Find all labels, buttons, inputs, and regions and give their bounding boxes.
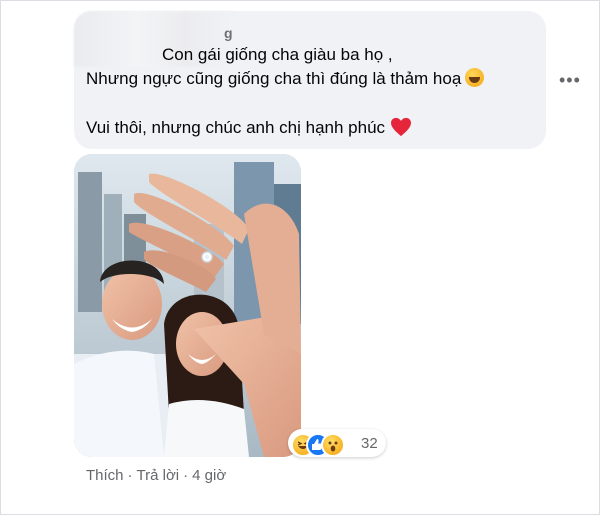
comment-line-2: Nhưng ngực cũng giống cha thì đúng là th… [86,68,485,90]
comment-line-3: Vui thôi, nhưng chúc anh chị hạnh phúc [86,117,412,139]
comment-line-2-text: Nhưng ngực cũng giống cha thì đúng là th… [86,69,462,88]
reply-link[interactable]: Trả lời [137,467,180,484]
comment-bubble: g Con gái giống cha giàu ba họ , Nhưng n… [74,11,546,149]
more-options-icon[interactable]: ••• [559,71,581,89]
author-name-fragment[interactable]: g [224,25,233,41]
reaction-summary[interactable]: 32 [288,429,386,457]
reaction-count: 32 [361,435,378,452]
red-heart-icon [391,117,412,137]
comment-photo[interactable] [74,154,301,457]
comment-line-1: Con gái giống cha giàu ba họ , [162,45,393,64]
comment-frame: g Con gái giống cha giàu ba họ , Nhưng n… [0,0,600,515]
comment-line-3-text: Vui thôi, nhưng chúc anh chị hạnh phúc [86,118,386,137]
separator-dot: · [183,467,189,484]
separator-dot: · [127,467,133,484]
like-link[interactable]: Thích [86,467,124,484]
timestamp-link[interactable]: 4 giờ [192,467,226,484]
engagement-photo-illustration [74,154,301,457]
comment-actions: Thích · Trả lời · 4 giờ [86,467,226,484]
wow-reaction-icon [321,433,345,457]
rolling-laughing-emoji-icon [465,68,485,87]
